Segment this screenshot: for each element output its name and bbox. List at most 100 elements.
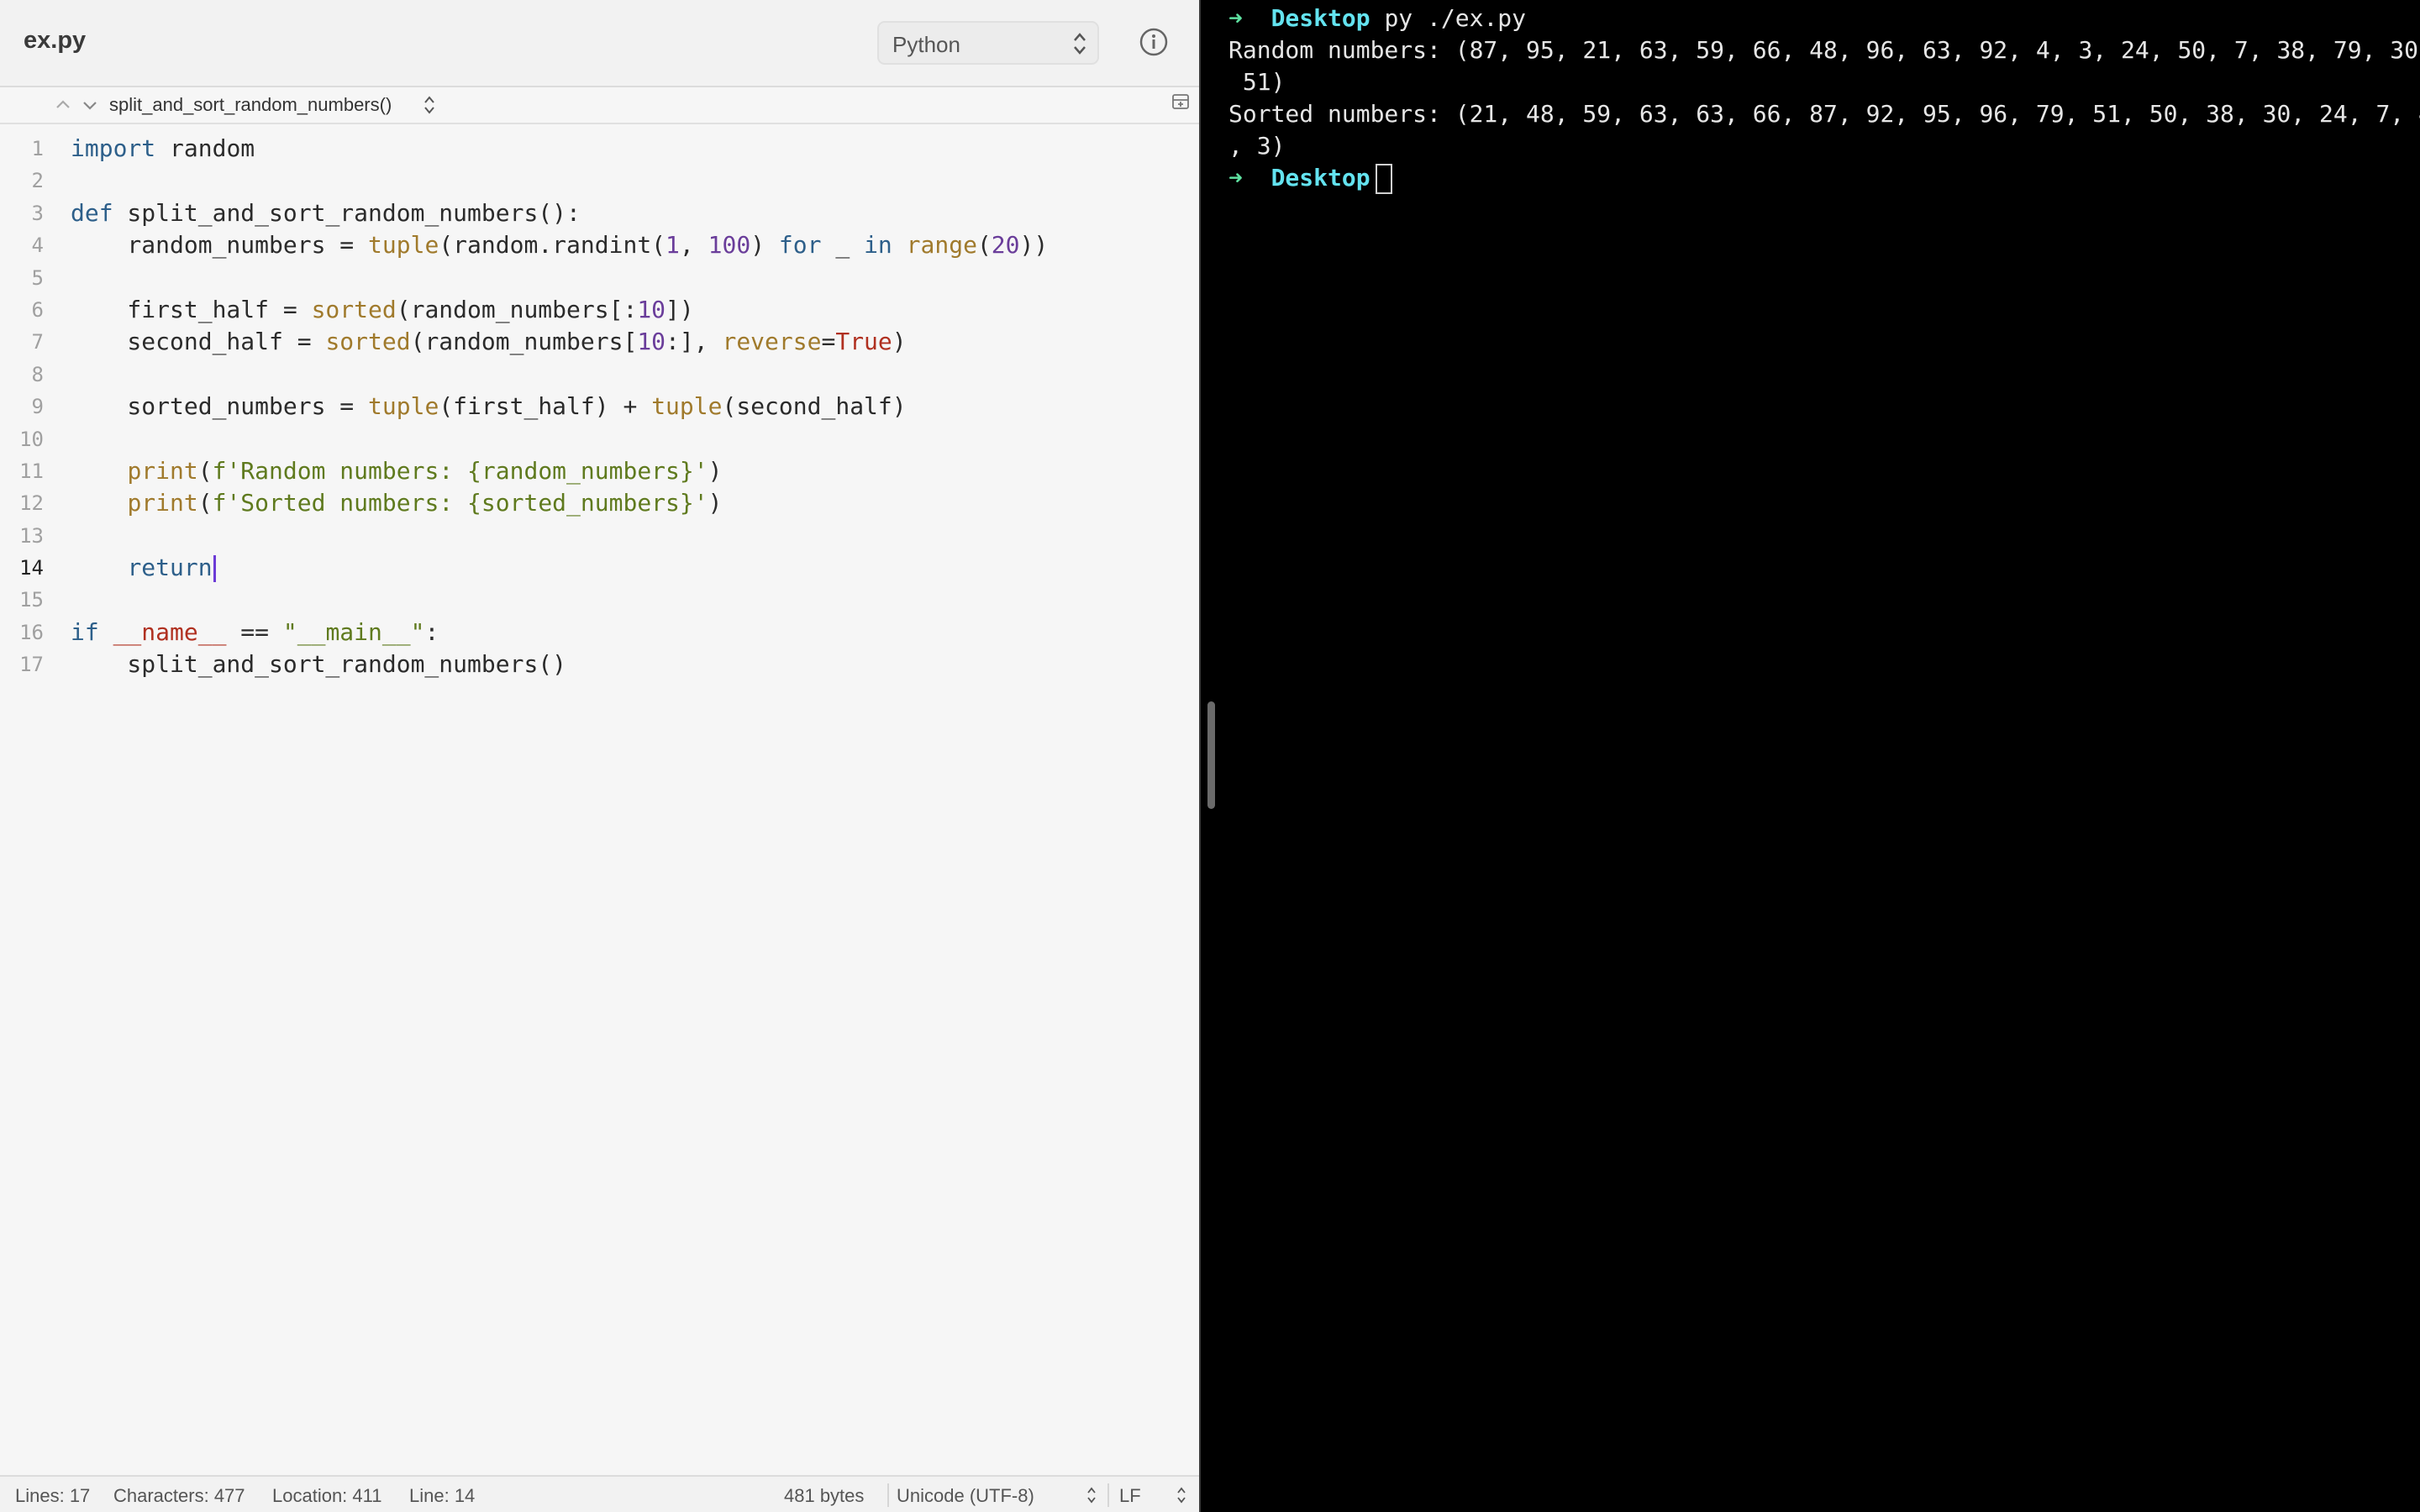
code-text: (random_numbers[ bbox=[410, 328, 638, 356]
keyword: return bbox=[127, 554, 213, 582]
code-line[interactable]: import random bbox=[71, 133, 1048, 165]
terminal-pane[interactable] bbox=[1201, 0, 2420, 1512]
text-caret bbox=[213, 555, 216, 583]
encoding-select[interactable]: Unicode (UTF-8) bbox=[897, 1485, 1034, 1507]
code-text: ) bbox=[892, 328, 907, 356]
code-text: ( bbox=[197, 456, 213, 485]
builtin: print bbox=[127, 456, 198, 485]
editor-pane: ex.py Python split_and_sort_random_numbe… bbox=[0, 0, 1199, 1512]
code-text: = bbox=[821, 328, 836, 356]
code-line[interactable]: random_numbers = tuple(random.randint(1,… bbox=[71, 229, 1048, 261]
code-line[interactable]: sorted_numbers = tuple(first_half) + tup… bbox=[71, 391, 1048, 423]
line-number: 5 bbox=[31, 265, 44, 290]
chevron-down-icon[interactable] bbox=[81, 96, 99, 114]
builtin: range bbox=[906, 231, 977, 260]
language-select[interactable]: Python bbox=[877, 21, 1099, 65]
keyword: def bbox=[71, 198, 113, 227]
line-number: 17 bbox=[19, 653, 44, 677]
character-count: Characters: 477 bbox=[113, 1485, 245, 1506]
terminal-scrollbar[interactable] bbox=[1207, 701, 1215, 809]
current-line: Line: 14 bbox=[409, 1485, 476, 1506]
number-literal: 10 bbox=[637, 295, 666, 323]
number-literal: 100 bbox=[708, 231, 751, 260]
builtin: tuple bbox=[368, 231, 439, 260]
line-number: 9 bbox=[31, 395, 44, 419]
keyword: import bbox=[71, 134, 156, 162]
updown-icon[interactable] bbox=[1086, 1486, 1097, 1504]
code-line[interactable] bbox=[71, 423, 1048, 455]
builtin: sorted bbox=[311, 295, 397, 323]
code-line[interactable]: split_and_sort_random_numbers() bbox=[71, 648, 1048, 680]
status-bar: Lines: 17 Characters: 477 Location: 411 … bbox=[0, 1475, 1199, 1512]
code-line[interactable] bbox=[71, 584, 1048, 616]
code-line[interactable]: print(f'Sorted numbers: {sorted_numbers}… bbox=[71, 487, 1048, 519]
code-line[interactable] bbox=[71, 520, 1048, 552]
terminal-line: ➜ Desktop py ./ex.py bbox=[1228, 3, 1526, 34]
terminal-output: Random numbers: (87, 95, 21, 63, 59, 66,… bbox=[1228, 36, 2420, 64]
string-literal: "__main__" bbox=[282, 617, 425, 646]
string-literal: f'Random numbers: {random_numbers}' bbox=[212, 456, 708, 485]
code-text: (random.randint( bbox=[439, 231, 666, 260]
number-literal: 1 bbox=[666, 231, 680, 260]
prompt-directory: Desktop bbox=[1270, 4, 1370, 32]
terminal-line[interactable]: ➜ Desktop bbox=[1228, 162, 1392, 194]
line-number-gutter: 1 2 3 4 5 6 7 8 9 10 11 12 13 14 15 16 1… bbox=[0, 133, 50, 681]
code-text: random_numbers = bbox=[71, 231, 369, 260]
line-ending-select[interactable]: LF bbox=[1119, 1485, 1141, 1507]
code-text: == bbox=[226, 617, 283, 646]
file-size: 481 bytes bbox=[784, 1485, 865, 1506]
keyword: in bbox=[864, 231, 892, 260]
chevron-up-icon[interactable] bbox=[54, 96, 72, 114]
terminal-output: Sorted numbers: (21, 48, 59, 63, 63, 66,… bbox=[1228, 100, 2420, 128]
code-text: (second_half) bbox=[722, 392, 907, 421]
builtin: sorted bbox=[325, 328, 411, 356]
code-line[interactable]: second_half = sorted(random_numbers[10:]… bbox=[71, 326, 1048, 358]
code-line[interactable]: if __name__ == "__main__": bbox=[71, 617, 1048, 648]
line-number: 6 bbox=[31, 297, 44, 322]
line-number: 4 bbox=[31, 234, 44, 258]
code-text: ) bbox=[750, 231, 779, 260]
prompt-arrow: ➜ bbox=[1228, 164, 1243, 192]
updown-icon[interactable] bbox=[424, 94, 435, 116]
code-text: )) bbox=[1019, 231, 1049, 260]
code-line[interactable]: def split_and_sort_random_numbers(): bbox=[71, 197, 1048, 229]
code-text: _ bbox=[821, 231, 865, 260]
code-text: split_and_sort_random_numbers() bbox=[71, 650, 567, 679]
code-area[interactable]: import random def split_and_sort_random_… bbox=[71, 133, 1048, 681]
language-label: Python bbox=[892, 32, 960, 57]
line-number: 11 bbox=[19, 459, 44, 483]
code-line[interactable] bbox=[71, 359, 1048, 391]
line-number: 15 bbox=[19, 588, 44, 612]
cursor-location: Location: 411 bbox=[272, 1485, 382, 1506]
line-number: 10 bbox=[19, 427, 44, 451]
code-text: random bbox=[155, 134, 255, 162]
code-text: sorted_numbers = bbox=[71, 392, 369, 421]
keyword: if bbox=[71, 617, 99, 646]
line-number: 12 bbox=[19, 491, 44, 516]
code-line[interactable]: first_half = sorted(random_numbers[:10]) bbox=[71, 294, 1048, 326]
line-number: 1 bbox=[31, 137, 44, 160]
info-icon[interactable] bbox=[1139, 27, 1169, 57]
code-text: :], bbox=[666, 328, 723, 356]
number-literal: 10 bbox=[637, 328, 666, 356]
number-literal: 20 bbox=[991, 231, 1020, 260]
code-line-active[interactable]: return bbox=[71, 552, 1048, 584]
builtin: print bbox=[127, 489, 198, 517]
builtin: tuple bbox=[651, 392, 723, 421]
updown-icon[interactable] bbox=[1176, 1486, 1186, 1504]
string-literal: f'Sorted numbers: {sorted_numbers}' bbox=[212, 489, 708, 517]
function-breadcrumb[interactable]: split_and_sort_random_numbers() bbox=[109, 94, 392, 116]
prompt-directory: Desktop bbox=[1270, 164, 1370, 192]
code-text: ]) bbox=[666, 295, 694, 323]
dunder-name: __name__ bbox=[113, 617, 227, 646]
prompt-arrow: ➜ bbox=[1228, 4, 1243, 32]
status-divider bbox=[887, 1483, 889, 1507]
code-line[interactable] bbox=[71, 262, 1048, 294]
code-line[interactable]: print(f'Random numbers: {random_numbers}… bbox=[71, 455, 1048, 487]
code-line[interactable] bbox=[71, 165, 1048, 197]
split-editor-icon[interactable] bbox=[1171, 92, 1190, 111]
code-text: ) bbox=[708, 489, 723, 517]
